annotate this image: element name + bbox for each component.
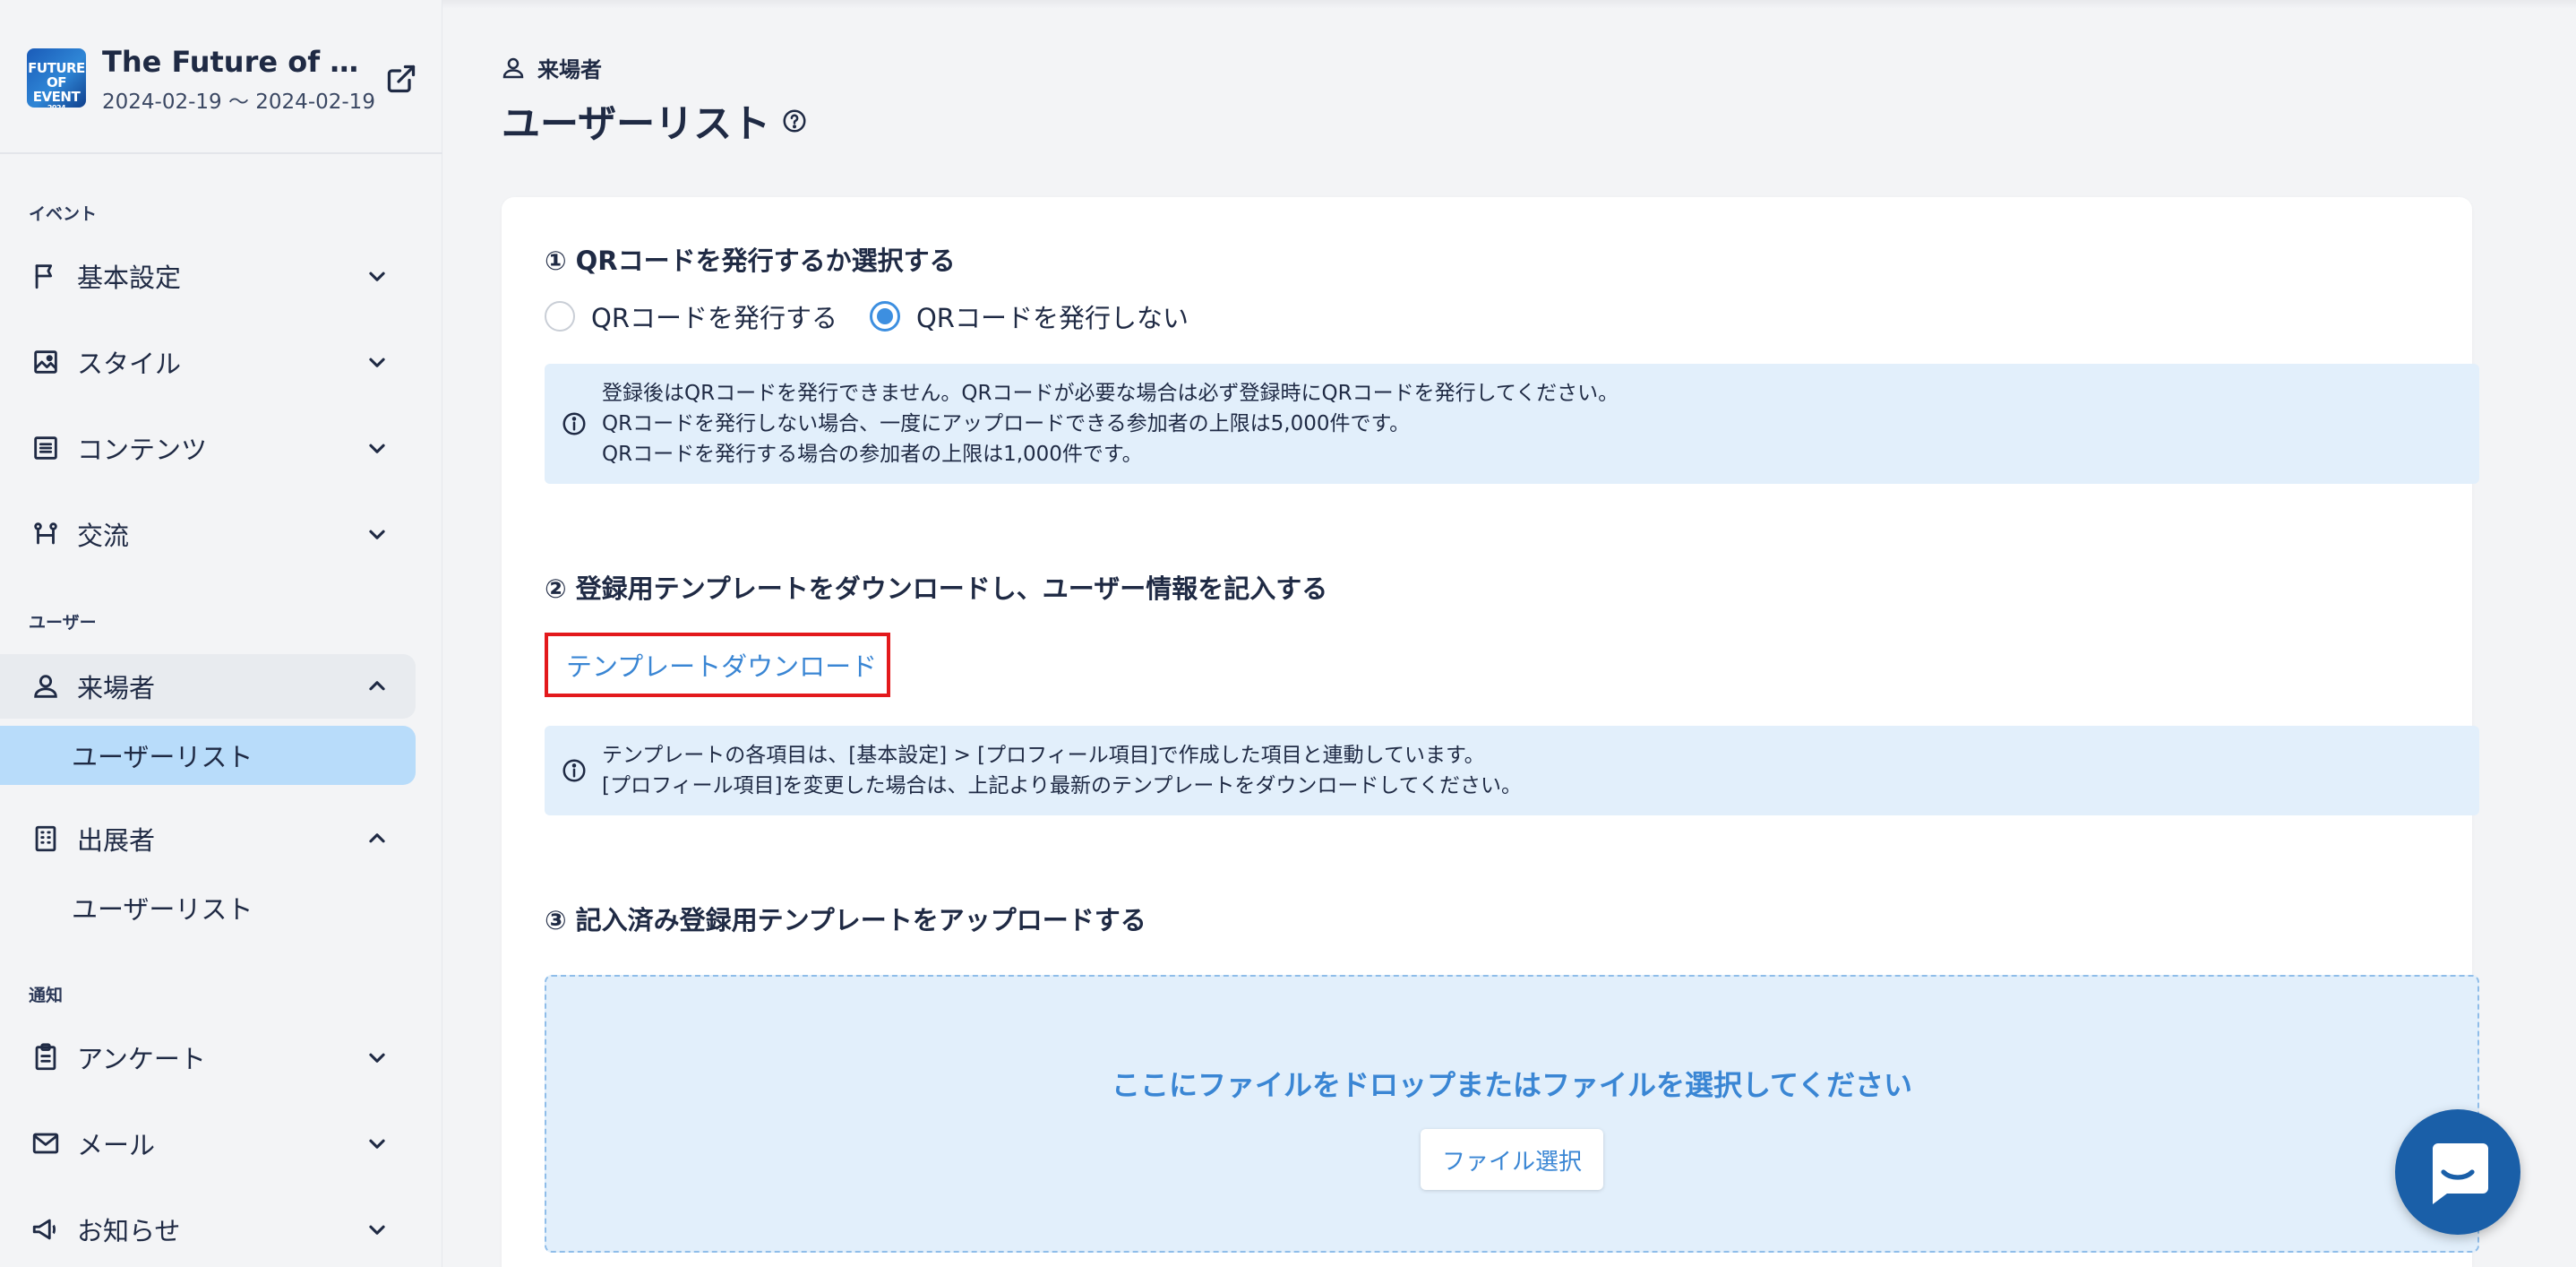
sidebar-item-survey[interactable]: アンケート — [0, 1025, 416, 1090]
page-title: ユーザーリスト — [502, 102, 771, 147]
chevron-down-icon — [369, 1225, 385, 1235]
chevron-down-icon — [369, 272, 385, 281]
sidebar: FUTURE OF EVENT 2024 The Future of Eve… … — [0, 0, 442, 1267]
sidebar-item-label: スタイル — [77, 349, 182, 379]
radio-label: QRコードを発行しない — [915, 303, 1189, 333]
radio-option-issue-qr[interactable]: QRコードを発行する — [545, 297, 837, 335]
sidebar-item-style[interactable]: スタイル — [0, 330, 416, 394]
chevron-down-icon — [369, 444, 385, 453]
sidebar-item-label: メール — [77, 1130, 156, 1160]
template-info-box: テンプレートの各項目は、[基本設定] > [プロフィール項目]で作成した項目と連… — [545, 726, 2479, 815]
chevron-up-icon — [369, 681, 385, 691]
info-line: QRコードを発行しない場合、一度にアップロードできる参加者の上限は5,000件で… — [602, 412, 1411, 435]
chat-support-button[interactable] — [2395, 1109, 2520, 1235]
info-line: 登録後はQRコードを発行できません。QRコードが必要な場合は必ず登録時にQRコー… — [602, 382, 1619, 405]
chevron-down-icon — [369, 358, 385, 367]
sidebar-subitem-label: ユーザーリスト — [72, 894, 253, 925]
help-icon[interactable] — [781, 108, 808, 134]
sidebar-item-news[interactable]: お知らせ — [0, 1197, 416, 1262]
sidebar-item-label: お知らせ — [77, 1216, 181, 1246]
step1-title: ① QRコードを発行するか選択する — [545, 246, 956, 276]
info-line: テンプレートの各項目は、[基本設定] > [プロフィール項目]で作成した項目と連… — [602, 744, 1485, 767]
user-icon — [502, 57, 524, 78]
step3-title: ③ 記入済み登録用テンプレートをアップロードする — [545, 905, 1146, 935]
building-icon — [35, 825, 56, 852]
qr-info-box: 登録後はQRコードを発行できません。QRコードが必要な場合は必ず登録時にQRコー… — [545, 364, 2479, 484]
file-select-button[interactable]: ファイル選択 — [1421, 1129, 1603, 1190]
upload-card: ① QRコードを発行するか選択する QRコードを発行する QRコードを発行しない… — [502, 197, 2479, 1267]
info-text: 登録後はQRコードを発行できません。QRコードが必要な場合は必ず登録時にQRコー… — [602, 378, 1619, 470]
breadcrumb: 来場者 — [500, 52, 602, 83]
sidebar-item-label: 出展者 — [77, 825, 156, 856]
sidebar-subitem-visitor-userlist[interactable]: ユーザーリスト — [0, 726, 416, 785]
event-header: FUTURE OF EVENT 2024 The Future of Eve… … — [0, 0, 442, 154]
sidebar-item-basic-settings[interactable]: 基本設定 — [0, 244, 416, 308]
sidebar-subitem-exhibitor-userlist[interactable]: ユーザーリスト — [0, 878, 416, 937]
sidebar-item-label: コンテンツ — [77, 435, 208, 465]
section-label-user: ユーザー — [29, 613, 97, 633]
user-icon — [34, 675, 57, 698]
info-line: QRコードを発行する場合の参加者の上限は1,000件です。 — [602, 443, 1143, 466]
info-icon — [562, 412, 586, 435]
external-link-icon[interactable] — [385, 63, 417, 95]
radio-label: QRコードを発行する — [591, 303, 837, 333]
radio-button[interactable] — [545, 301, 575, 332]
radio-option-no-qr[interactable]: QRコードを発行しない — [869, 297, 1189, 335]
megaphone-icon — [32, 1219, 56, 1240]
sidebar-item-label: 交流 — [77, 521, 130, 551]
sidebar-subitem-label: ユーザーリスト — [72, 742, 253, 772]
info-line: [プロフィール項目]を変更した場合は、上記より最新のテンプレートをダウンロードし… — [602, 774, 1522, 797]
radio-button-selected[interactable] — [869, 301, 900, 332]
topbar-shadow — [442, 0, 2576, 9]
sidebar-item-exchange[interactable]: 交流 — [0, 502, 416, 566]
info-text: テンプレートの各項目は、[基本設定] > [プロフィール項目]で作成した項目と連… — [602, 740, 1522, 801]
template-download-link[interactable]: テンプレートダウンロード — [545, 633, 890, 697]
event-dates: 2024-02-19 〜 2024-02-19 — [102, 90, 375, 114]
chevron-up-icon — [369, 833, 385, 843]
sidebar-item-label: 基本設定 — [77, 263, 182, 293]
mail-icon — [32, 1133, 59, 1154]
clipboard-icon — [35, 1043, 56, 1071]
qr-radio-group: QRコードを発行する QRコードを発行しない — [545, 297, 1221, 335]
info-icon — [562, 759, 586, 782]
sidebar-item-label: 来場者 — [77, 673, 156, 703]
event-logo: FUTURE OF EVENT 2024 — [27, 48, 86, 108]
sidebar-item-visitor[interactable]: 来場者 — [0, 654, 416, 719]
chat-icon — [2433, 1143, 2488, 1204]
step2-title: ② 登録用テンプレートをダウンロードし、ユーザー情報を記入する — [545, 573, 1328, 604]
dropzone-text: ここにファイルをドロップまたはファイルを選択してください — [1111, 1068, 1913, 1102]
list-icon — [34, 436, 57, 460]
breadcrumb-label: 来場者 — [537, 57, 602, 82]
page-title-row: ユーザーリスト — [502, 93, 808, 149]
people-meeting-icon — [34, 522, 57, 545]
file-dropzone[interactable]: ここにファイルをドロップまたはファイルを選択してください ファイル選択 — [545, 975, 2479, 1253]
sidebar-item-contents[interactable]: コンテンツ — [0, 416, 416, 480]
event-title: The Future of Eve… — [102, 45, 371, 79]
chevron-down-icon — [369, 1053, 385, 1063]
sidebar-item-exhibitor[interactable]: 出展者 — [0, 806, 416, 871]
chevron-down-icon — [369, 1139, 385, 1149]
section-label-notify: 通知 — [29, 986, 64, 1005]
flag-icon — [35, 264, 53, 289]
section-label-event: イベント — [29, 204, 98, 224]
sidebar-item-mail[interactable]: メール — [0, 1111, 416, 1176]
image-icon — [34, 350, 57, 374]
chevron-down-icon — [369, 530, 385, 539]
sidebar-item-label: アンケート — [77, 1044, 206, 1074]
